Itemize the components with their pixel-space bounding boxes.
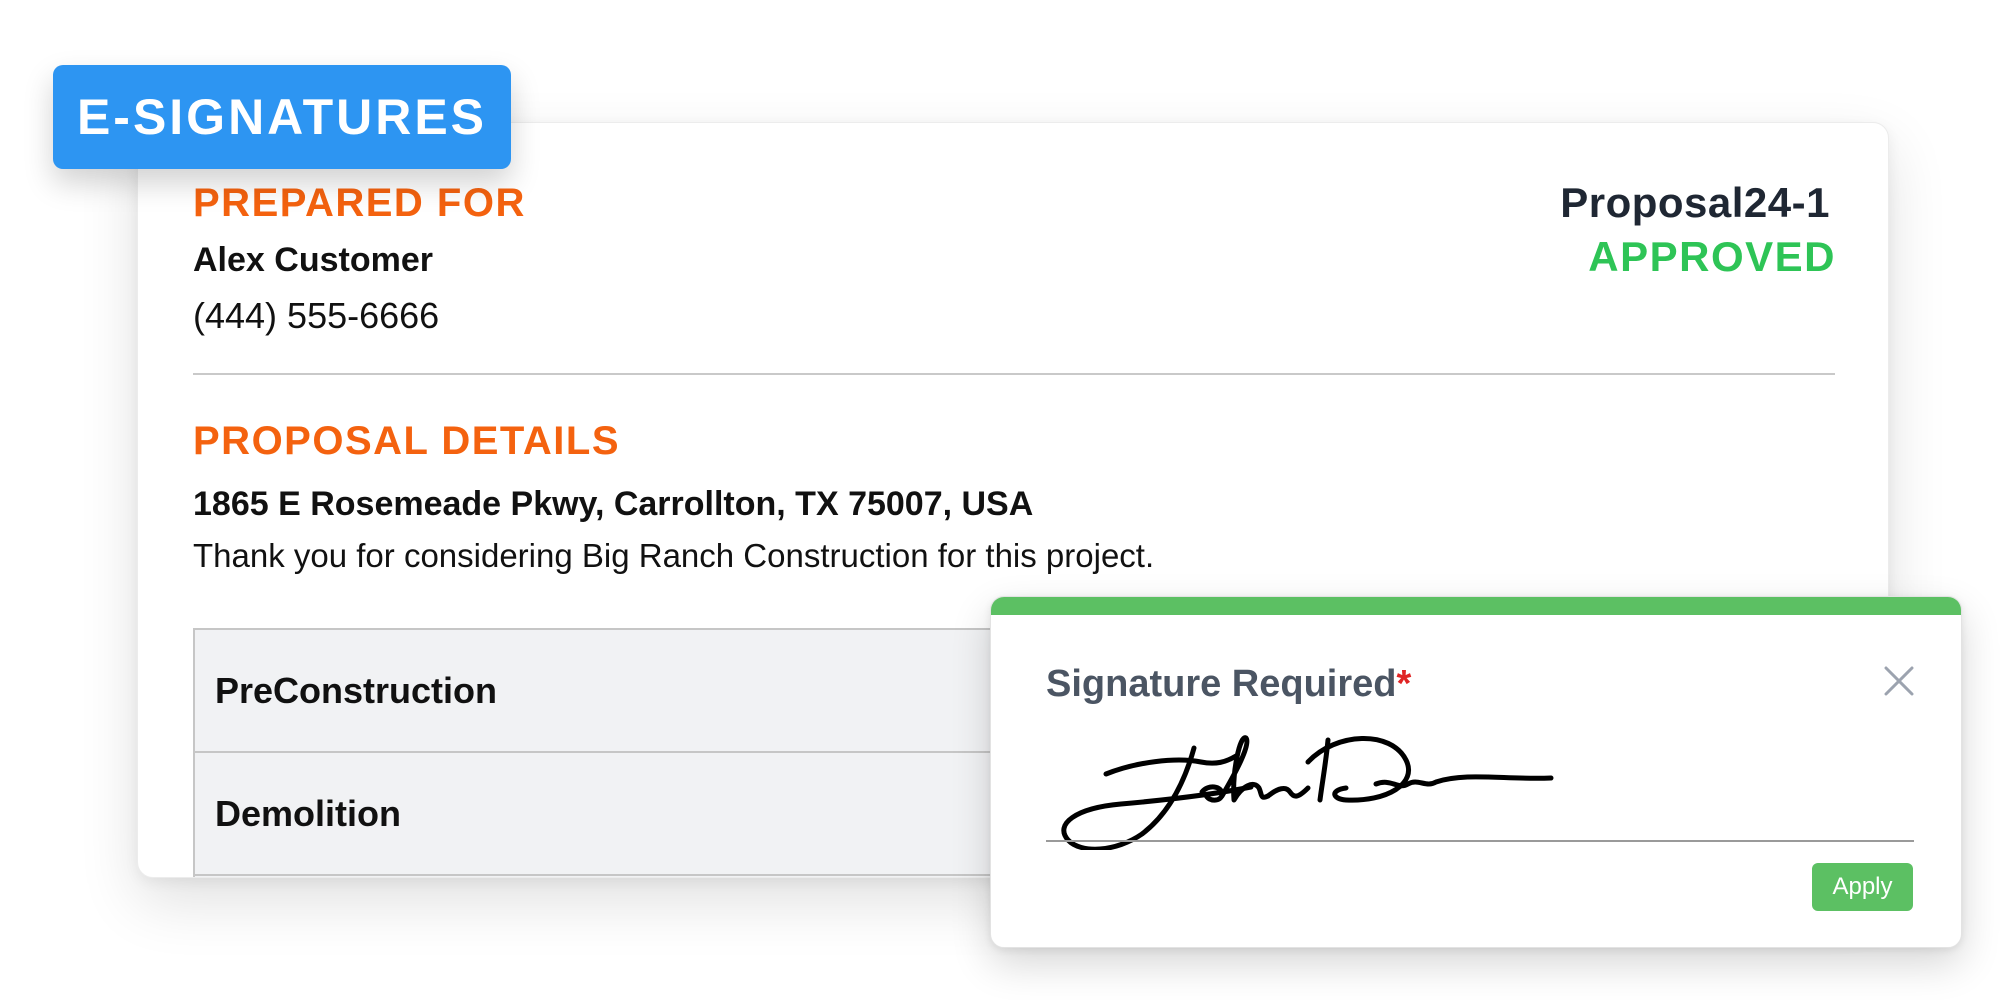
apply-button[interactable]: Apply (1812, 863, 1913, 911)
signature-line (1046, 840, 1914, 842)
intro-text: Thank you for considering Big Ranch Cons… (193, 537, 1155, 574)
e-signatures-badge: E-SIGNATURES (53, 65, 511, 169)
signature-pad[interactable] (1046, 732, 1914, 852)
section-label: Demolition (215, 792, 401, 834)
required-marker: * (1396, 663, 1412, 705)
proposal-status-badge: APPROVED (1588, 233, 1836, 280)
customer-name: Alex Customer (193, 241, 433, 279)
project-address: 1865 E Rosemeade Pkwy, Carrollton, TX 75… (193, 485, 1034, 523)
badge-label: E-SIGNATURES (76, 89, 488, 145)
modal-accent-bar (991, 597, 1961, 615)
proposal-id: Proposal24-1 (1560, 179, 1830, 226)
close-icon (1884, 666, 1914, 696)
handwritten-signature (1061, 735, 1554, 852)
close-button[interactable] (1881, 663, 1917, 699)
section-label: PreConstruction (215, 669, 498, 711)
proposal-details-heading: PROPOSAL DETAILS (193, 419, 621, 463)
customer-phone: (444) 555-6666 (193, 295, 440, 336)
modal-title: Signature Required* (1046, 663, 1411, 706)
signature-modal: Signature Required* Apply (990, 596, 1962, 948)
prepared-for-heading: PREPARED FOR (193, 181, 526, 225)
modal-title-text: Signature Required (1046, 663, 1397, 705)
section-divider (193, 373, 1835, 375)
